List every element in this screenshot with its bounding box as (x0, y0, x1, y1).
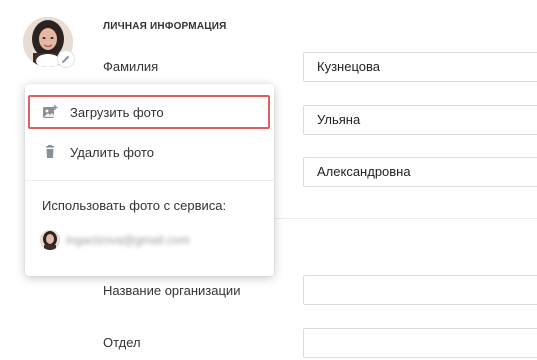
upload-photo-label: Загрузить фото (70, 104, 164, 120)
delete-photo-label: Удалить фото (70, 144, 154, 160)
first-name-field[interactable]: Ульяна (303, 105, 537, 135)
service-avatar (40, 230, 60, 250)
last-name-field[interactable]: Кузнецова (303, 52, 537, 82)
label-department: Отдел (103, 335, 141, 350)
section-title: ЛИЧНАЯ ИНФОРМАЦИЯ (103, 21, 227, 32)
service-caption: Использовать фото с сервиса: (42, 198, 227, 213)
upload-photo-item[interactable]: Загрузить фото (28, 95, 270, 129)
menu-separator (25, 180, 274, 181)
department-field[interactable] (303, 328, 537, 358)
pencil-icon[interactable] (57, 50, 75, 68)
label-organization: Название организации (103, 283, 241, 298)
profile-avatar[interactable] (23, 17, 75, 68)
service-account-item[interactable]: ingaclzova@gmail.com (40, 229, 260, 251)
trash-icon (42, 144, 58, 160)
organization-field[interactable] (303, 275, 537, 305)
patronymic-field[interactable]: Александровна (303, 157, 537, 187)
image-plus-icon (42, 104, 58, 120)
section-divider (255, 218, 537, 219)
label-last-name: Фамилия (103, 59, 159, 74)
avatar-menu: Загрузить фото Удалить фото Использовать… (25, 84, 274, 276)
delete-photo-item[interactable]: Удалить фото (28, 135, 270, 169)
service-account-email: ingaclzova@gmail.com (66, 233, 190, 247)
profile-page: ЛИЧНАЯ ИНФОРМАЦИЯ Фамилия Кузнецова Улья… (0, 0, 537, 360)
